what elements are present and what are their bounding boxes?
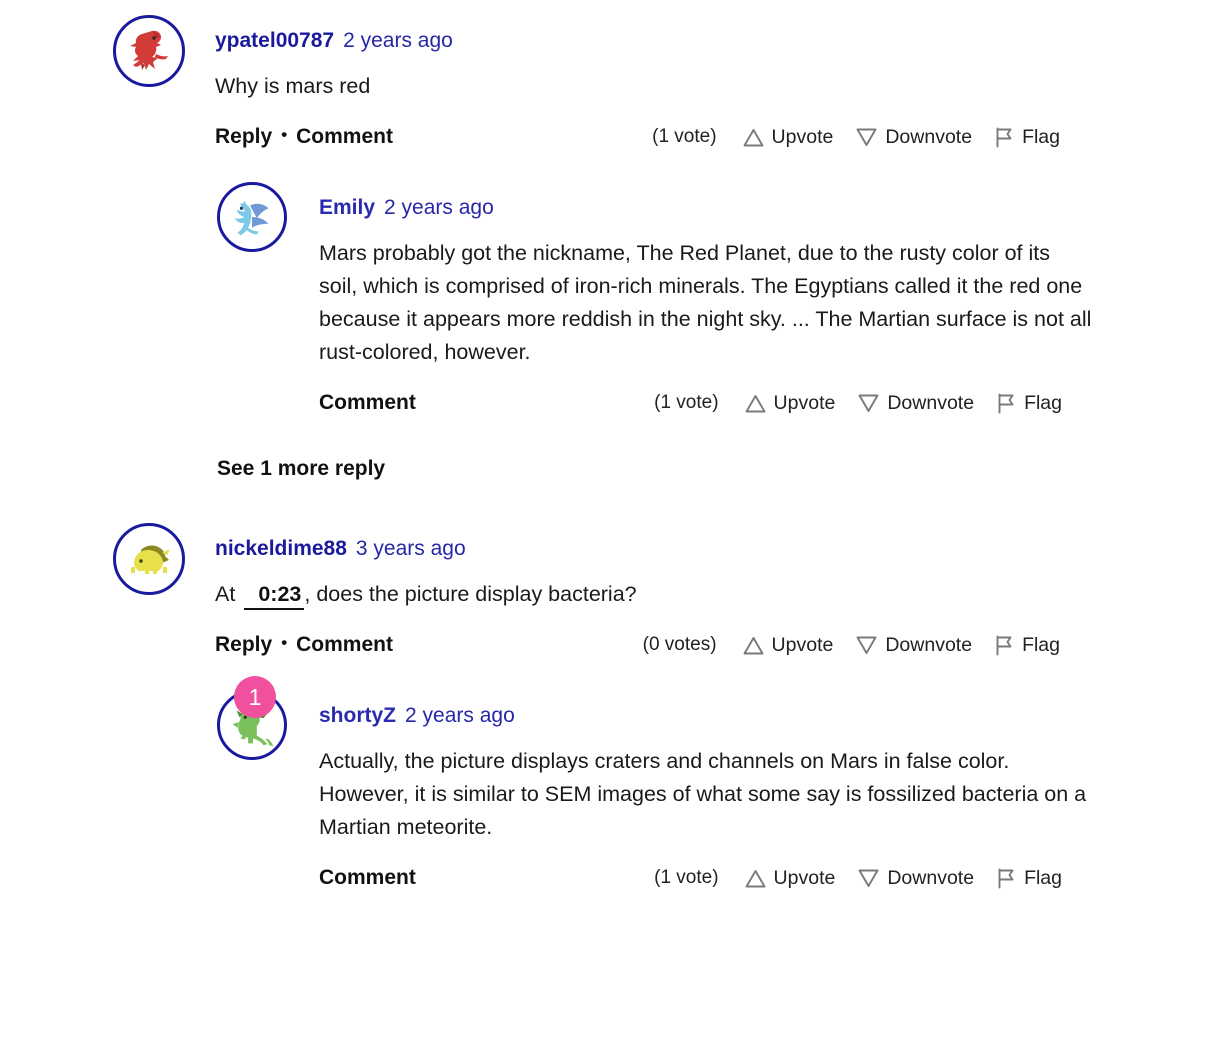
downvote-button[interactable]: Downvote	[858, 867, 974, 890]
comment-action-bar: Comment (1 vote) Upvote Downvote Flag	[319, 866, 1084, 890]
comment-reply-2: shortyZ 2 years ago Actually, the picture…	[0, 657, 1225, 890]
comment-meta: shortyZ 2 years ago	[319, 689, 1225, 726]
flag-button[interactable]: Flag	[995, 634, 1060, 657]
video-timestamp-link[interactable]: 0:23	[244, 582, 305, 610]
comments-page: ypatel00787 2 years ago Why is mars red R…	[0, 0, 1225, 1038]
vote-count: (1 vote)	[652, 126, 717, 147]
comment-button[interactable]: Comment	[319, 391, 416, 415]
action-separator: •	[281, 633, 288, 652]
reply-button[interactable]: Reply	[215, 633, 272, 657]
see-more-replies-link[interactable]: See 1 more reply	[0, 457, 1225, 481]
downvote-triangle-icon	[858, 394, 879, 413]
comment-button[interactable]: Comment	[319, 866, 416, 890]
comment-text: At 0:23, does the picture display bacteri…	[215, 578, 985, 611]
comment-text: Actually, the picture displays craters a…	[319, 749, 1087, 839]
upvote-button[interactable]: Upvote	[745, 866, 836, 890]
comment-action-links: Reply • Comment	[215, 125, 393, 149]
comment-button[interactable]: Comment	[296, 125, 393, 149]
flag-label: Flag	[1024, 391, 1062, 414]
comment-vote-controls: (0 votes) Upvote Downvote Flag	[643, 634, 1060, 657]
upvote-label: Upvote	[773, 391, 836, 414]
downvote-triangle-icon	[856, 128, 877, 147]
vote-count: (0 votes)	[642, 634, 717, 655]
flag-button[interactable]: Flag	[997, 867, 1062, 890]
blue-winged-creature-avatar-icon	[234, 200, 269, 236]
comment-body: nickeldime88 3 years ago At 0:23, does the…	[185, 522, 1225, 657]
flag-label: Flag	[1022, 125, 1060, 148]
upvote-button[interactable]: Upvote	[743, 633, 834, 657]
comment-author[interactable]: ypatel00787	[215, 29, 334, 52]
comment-vote-controls: (1 vote) Upvote Downvote Flag	[654, 392, 1062, 415]
comment-action-bar: Reply • Comment (1 vote) Upvote Downvote…	[215, 125, 1082, 149]
upvote-label: Upvote	[771, 125, 834, 148]
upvote-triangle-icon	[743, 636, 764, 655]
comment-timestamp: 3 years ago	[355, 537, 466, 560]
comment-author[interactable]: nickeldime88	[215, 537, 347, 560]
flag-label: Flag	[1024, 866, 1062, 889]
comment-author[interactable]: Emily	[319, 196, 375, 219]
downvote-triangle-icon	[856, 636, 877, 655]
downvote-label: Downvote	[887, 866, 975, 889]
comment-text-before: At	[215, 582, 236, 606]
comment-thread-root-2: nickeldime88 3 years ago At 0:23, does the…	[0, 481, 1225, 657]
downvote-button[interactable]: Downvote	[858, 392, 974, 415]
comment-action-bar: Comment (1 vote) Upvote Downvote Flag	[319, 391, 1084, 415]
upvote-triangle-icon	[743, 128, 764, 147]
vote-count: (1 vote)	[654, 867, 719, 888]
comment-action-links: Reply • Comment	[215, 633, 393, 657]
flag-label: Flag	[1022, 633, 1060, 656]
action-separator: •	[281, 125, 288, 144]
flag-button[interactable]: Flag	[997, 392, 1062, 415]
comment-meta: nickeldime88 3 years ago	[215, 522, 1225, 559]
upvote-button[interactable]: Upvote	[743, 125, 834, 149]
downvote-label: Downvote	[885, 633, 973, 656]
flag-icon	[997, 868, 1016, 889]
comment-button[interactable]: Comment	[296, 633, 393, 657]
yellow-creature-avatar-icon	[131, 545, 170, 574]
comment-vote-controls: (1 vote) Upvote Downvote Flag	[652, 126, 1060, 149]
comment-timestamp: 2 years ago	[343, 29, 453, 52]
comment-action-links: Comment	[319, 866, 416, 890]
upvote-label: Upvote	[771, 633, 834, 656]
comment-author[interactable]: shortyZ	[319, 704, 396, 727]
flag-icon	[995, 635, 1014, 656]
comment-action-bar: Reply • Comment (0 votes) Upvote Downvot…	[215, 633, 1082, 657]
comment-text: Why is mars red	[215, 74, 371, 98]
downvote-triangle-icon	[858, 869, 879, 888]
flag-icon	[995, 127, 1014, 148]
comment-timestamp: 2 years ago	[384, 196, 494, 219]
downvote-label: Downvote	[885, 125, 973, 148]
comment-meta: Emily 2 years ago	[319, 181, 1225, 218]
avatar[interactable]	[217, 182, 287, 252]
comment-body: Emily 2 years ago Mars probably got the n…	[287, 181, 1225, 415]
downvote-label: Downvote	[887, 391, 975, 414]
comment-text: Mars probably got the nickname, The Red …	[319, 241, 1092, 364]
comment-action-links: Comment	[319, 391, 416, 415]
comment-timestamp: 2 years ago	[405, 704, 515, 727]
vote-count: (1 vote)	[654, 392, 719, 413]
upvote-triangle-icon	[745, 394, 766, 413]
downvote-button[interactable]: Downvote	[856, 126, 972, 149]
upvote-button[interactable]: Upvote	[745, 391, 836, 415]
comment-text-after: , does the picture display bacteria?	[304, 582, 637, 606]
avatar[interactable]	[113, 15, 185, 87]
comment-body: ypatel00787 2 years ago Why is mars red R…	[185, 14, 1225, 149]
comment-vote-controls: (1 vote) Upvote Downvote Flag	[654, 867, 1062, 890]
comment-thread-root-1: ypatel00787 2 years ago Why is mars red R…	[0, 0, 1225, 149]
annotation-marker-1: 1	[234, 676, 276, 718]
upvote-label: Upvote	[773, 866, 836, 889]
downvote-button[interactable]: Downvote	[856, 634, 972, 657]
flag-icon	[997, 393, 1016, 414]
reply-button[interactable]: Reply	[215, 125, 272, 149]
red-dragon-avatar-icon	[130, 30, 168, 71]
avatar[interactable]	[113, 523, 185, 595]
upvote-triangle-icon	[745, 869, 766, 888]
comment-meta: ypatel00787 2 years ago	[215, 14, 1225, 51]
comment-reply-1: Emily 2 years ago Mars probably got the n…	[0, 149, 1225, 415]
comment-body: shortyZ 2 years ago Actually, the picture…	[287, 689, 1225, 890]
flag-button[interactable]: Flag	[995, 126, 1060, 149]
